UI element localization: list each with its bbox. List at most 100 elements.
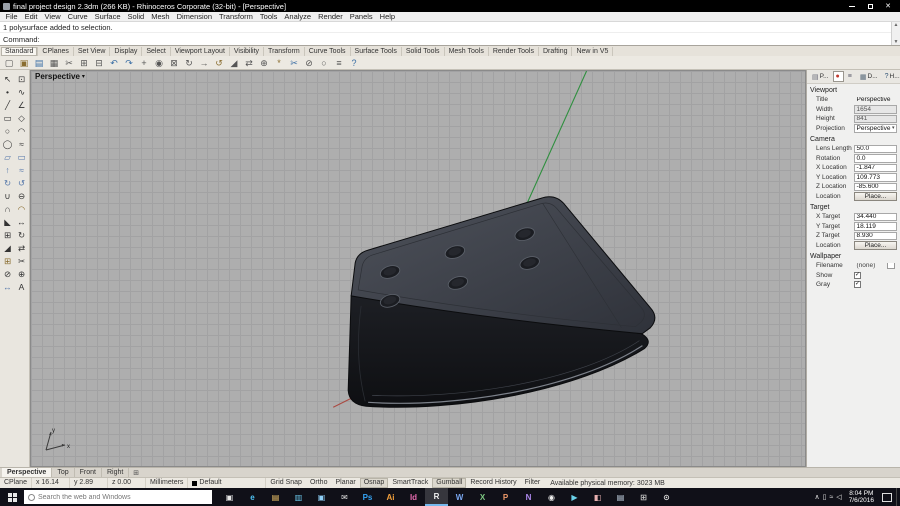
new-viewport-button[interactable]: ⊞ <box>129 469 143 477</box>
palette-tool-fillet[interactable]: ◠ <box>15 203 28 215</box>
palette-tool-select[interactable]: ↖ <box>1 73 14 85</box>
z-location-input[interactable]: -85.600 <box>854 183 897 192</box>
menu-item-help[interactable]: Help <box>376 12 398 22</box>
palette-tool-line[interactable]: ╱ <box>1 99 14 111</box>
toolbar-tab-viewport-layout[interactable]: Viewport Layout <box>171 47 230 56</box>
toolbar-button-trim[interactable]: ✂ <box>287 57 301 69</box>
layer-indicator[interactable]: Default <box>188 478 266 488</box>
polysurface-model[interactable] <box>348 197 655 408</box>
palette-tool-surface[interactable]: ▱ <box>1 151 14 163</box>
palette-tool-arc[interactable]: ◠ <box>15 125 28 137</box>
taskbar-app-indesign[interactable]: Id <box>402 488 425 506</box>
viewport-canvas[interactable] <box>31 71 805 466</box>
menu-item-solid[interactable]: Solid <box>124 12 148 22</box>
scroll-down-icon[interactable]: ▼ <box>894 39 899 45</box>
palette-tool-select-window[interactable]: ⊡ <box>15 73 28 85</box>
status-toggle-smarttrack[interactable]: SmartTrack <box>388 478 432 488</box>
toolbar-button-split[interactable]: ⊘ <box>302 57 316 69</box>
palette-tool-point[interactable]: • <box>1 86 14 98</box>
palette-tool-offset[interactable]: ≈ <box>15 138 28 150</box>
toolbar-tab-standard[interactable]: Standard <box>1 47 38 56</box>
toolbar-tab-drafting[interactable]: Drafting <box>539 47 573 56</box>
show-checkbox[interactable]: ✓ <box>854 272 861 279</box>
toolbar-button-cut[interactable]: ✂ <box>62 57 76 69</box>
taskbar-app-excel[interactable]: X <box>471 488 494 506</box>
wallpaper-browse-button[interactable] <box>887 262 895 269</box>
palette-tool-sweep[interactable]: ↺ <box>15 177 28 189</box>
toolbar-button-explode[interactable]: * <box>272 57 286 69</box>
toolbar-tab-set-view[interactable]: Set View <box>74 47 111 56</box>
palette-tool-scale[interactable]: ◢ <box>1 242 14 254</box>
palette-tool-text[interactable]: A <box>15 281 28 293</box>
y-target-input[interactable]: 18.119 <box>854 222 897 231</box>
menu-item-panels[interactable]: Panels <box>346 12 376 22</box>
toolbar-button-rotate[interactable]: ↺ <box>212 57 226 69</box>
camera-place-button[interactable]: Place... <box>854 192 897 201</box>
status-toggle-grid-snap[interactable]: Grid Snap <box>266 478 306 488</box>
taskbar-app-mail[interactable]: ✉ <box>333 488 356 506</box>
rotation-input[interactable]: 0.0 <box>854 154 897 163</box>
toolbar-button-copy[interactable]: ⊞ <box>77 57 91 69</box>
x-location-input[interactable]: -1.847 <box>854 164 897 173</box>
palette-tool-chamfer[interactable]: ◣ <box>1 216 14 228</box>
show-desktop-button[interactable] <box>896 488 900 506</box>
taskbar-search[interactable] <box>24 490 212 504</box>
toolbar-button-redo[interactable]: ↷ <box>122 57 136 69</box>
toolbar-tab-new-in-v5[interactable]: New in V5 <box>572 47 613 56</box>
palette-tool-plane[interactable]: ▭ <box>15 151 28 163</box>
taskbar-app-powerpoint[interactable]: P <box>494 488 517 506</box>
toolbar-button-open-file[interactable]: ▣ <box>17 57 31 69</box>
action-center-icon[interactable] <box>882 493 892 502</box>
taskbar-app-calculator[interactable]: ⊞ <box>632 488 655 506</box>
toolbar-button-zoom-window[interactable]: ◉ <box>152 57 166 69</box>
panel-tab-display[interactable]: ▦ D... <box>857 71 881 82</box>
menu-item-surface[interactable]: Surface <box>91 12 124 22</box>
palette-tool-polygon[interactable]: ◇ <box>15 112 28 124</box>
menu-item-mesh[interactable]: Mesh <box>148 12 173 22</box>
status-toggle-planar[interactable]: Planar <box>331 478 359 488</box>
toolbar-button-zoom-extents[interactable]: ⊠ <box>167 57 181 69</box>
toolbar-button-save[interactable]: ▤ <box>32 57 46 69</box>
start-button[interactable] <box>0 488 24 506</box>
toolbar-button-layer-tools[interactable]: ≡ <box>332 57 346 69</box>
taskbar-app-word[interactable]: W <box>448 488 471 506</box>
palette-tool-split[interactable]: ⊘ <box>1 268 14 280</box>
palette-tool-extrude[interactable]: ↑ <box>1 164 14 176</box>
toolbar-tab-render-tools[interactable]: Render Tools <box>489 47 539 56</box>
palette-tool-trim[interactable]: ✂ <box>15 255 28 267</box>
menu-item-file[interactable]: File <box>2 12 21 22</box>
y-location-input[interactable]: 109.773 <box>854 173 897 182</box>
tray-icon-network[interactable]: ≈ <box>829 494 833 501</box>
palette-tool-join[interactable]: ⊕ <box>15 268 28 280</box>
palette-tool-rectangle[interactable]: ▭ <box>1 112 14 124</box>
toolbar-button-rotate-view[interactable]: ↻ <box>182 57 196 69</box>
palette-tool-boolean-intersection[interactable]: ∩ <box>1 203 14 215</box>
tray-icon-hidden-icons[interactable]: ∧ <box>814 493 819 501</box>
menu-item-curve[interactable]: Curve <box>64 12 91 22</box>
palette-tool-rotate[interactable]: ↻ <box>15 229 28 241</box>
menu-item-tools[interactable]: Tools <box>256 12 281 22</box>
panel-tab-render[interactable]: ● <box>833 71 844 82</box>
palette-tool-revolve[interactable]: ↻ <box>1 177 14 189</box>
taskbar-app-settings[interactable]: ⊙ <box>655 488 678 506</box>
toolbar-button-print[interactable]: ▦ <box>47 57 61 69</box>
tray-icon-battery[interactable]: ▯ <box>823 493 827 501</box>
units-indicator[interactable]: Millimeters <box>146 478 188 488</box>
palette-tool-dimension[interactable]: ↔ <box>1 281 14 293</box>
status-toggle-gumball[interactable]: Gumball <box>432 478 466 488</box>
menu-item-dimension[interactable]: Dimension <box>173 12 215 22</box>
taskbar-app-onenote[interactable]: N <box>517 488 540 506</box>
toolbar-tab-mesh-tools[interactable]: Mesh Tools <box>445 47 489 56</box>
palette-tool-boolean-union[interactable]: ∪ <box>1 190 14 202</box>
viewport-title-label[interactable]: Perspective ▾ <box>35 72 85 81</box>
toolbar-button-help[interactable]: ? <box>347 57 361 69</box>
palette-tool-copy-object[interactable]: ⊞ <box>1 229 14 241</box>
toolbar-button-move[interactable]: → <box>197 57 211 69</box>
taskbar-app-media-player[interactable]: ▶ <box>563 488 586 506</box>
toolbar-tab-select[interactable]: Select <box>142 47 170 56</box>
toolbar-tab-transform[interactable]: Transform <box>264 47 305 56</box>
command-scrollbar[interactable]: ▲ ▼ <box>891 22 900 45</box>
taskbar-app-paint[interactable]: ◧ <box>586 488 609 506</box>
panel-tab-help[interactable]: ? H... <box>882 71 900 82</box>
taskbar-app-notepad[interactable]: ▤ <box>609 488 632 506</box>
